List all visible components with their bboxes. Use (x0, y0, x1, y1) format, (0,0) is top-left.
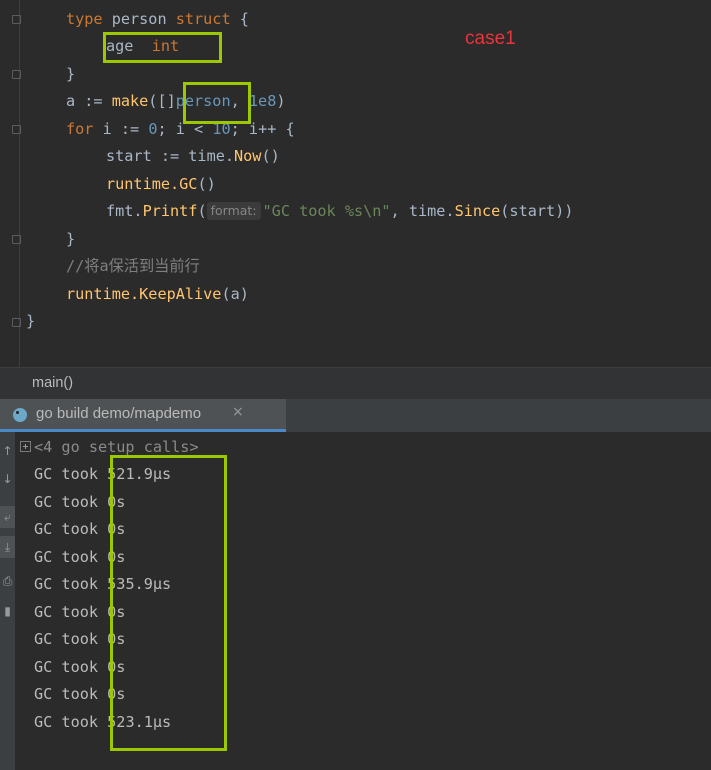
console-line-prefix: GC took (34, 712, 108, 731)
annotation-label: case1 (465, 28, 516, 49)
highlight-box-type (183, 82, 251, 124)
expand-icon[interactable] (20, 441, 31, 452)
fold-icon[interactable] (12, 235, 21, 244)
console-toolbar: ↑ ↓ ⤶ ⤓ ⎙ ▮ (0, 432, 15, 770)
fold-icon[interactable] (12, 15, 21, 24)
code-line-12: } (26, 312, 36, 330)
console-line-prefix: GC took (34, 492, 108, 511)
code-line-6: start := time.Now() (106, 147, 280, 165)
close-icon[interactable]: × (232, 404, 244, 420)
code-line-5: for i := 0; i < 10; i++ { (66, 120, 295, 138)
scroll-to-end-icon[interactable]: ⤓ (0, 536, 15, 558)
console-line-prefix: GC took (34, 465, 108, 483)
gutter (19, 0, 20, 367)
trash-icon[interactable]: ▮ (0, 600, 15, 622)
parameter-hint: format: (206, 202, 261, 220)
console-line-prefix: GC took (34, 575, 108, 593)
code-line-9: } (66, 230, 76, 248)
run-tab[interactable]: go build demo/mapdemo × (0, 399, 286, 429)
breadcrumb[interactable]: main() (0, 367, 711, 400)
code-line-3: } (66, 65, 76, 83)
fold-icon[interactable] (12, 125, 21, 134)
setup-calls-folded[interactable]: <4 go setup calls> (20, 437, 199, 457)
code-editor[interactable]: type person struct { age int } a := make… (0, 0, 711, 367)
highlight-box-struct-field (103, 32, 222, 63)
code-line-11: runtime.KeepAlive(a) (66, 285, 249, 303)
code-line-1: type person struct { (66, 10, 249, 28)
console-line-prefix: GC took (34, 630, 108, 648)
console-line-prefix: GC took (34, 547, 108, 566)
up-arrow-icon[interactable]: ↑ (0, 440, 15, 462)
run-tab-title: go build demo/mapdemo (36, 405, 202, 422)
fold-icon[interactable] (12, 70, 21, 79)
print-icon[interactable]: ⎙ (0, 570, 15, 592)
down-arrow-icon[interactable]: ↓ (0, 468, 15, 490)
code-line-7: runtime.GC() (106, 175, 216, 193)
console-line-prefix: GC took (34, 602, 108, 621)
console-line-prefix: GC took (34, 685, 108, 703)
code-line-4: a := make([]person, 1e8) (66, 92, 286, 110)
soft-wrap-icon[interactable]: ⤶ (0, 506, 15, 528)
run-tool-window-header: go build demo/mapdemo × (0, 399, 711, 432)
breadcrumb-item[interactable]: main() (32, 375, 73, 391)
gopher-icon (13, 408, 27, 422)
code-line-8: fmt.Printf(format: "GC took %s\n", time.S… (106, 202, 574, 220)
code-comment: //将a保活到当前行 (66, 257, 200, 275)
console-line-prefix: GC took (34, 657, 108, 676)
fold-icon[interactable] (12, 318, 21, 327)
console-line-prefix: GC took (34, 520, 108, 538)
highlight-box-durations (110, 455, 227, 751)
